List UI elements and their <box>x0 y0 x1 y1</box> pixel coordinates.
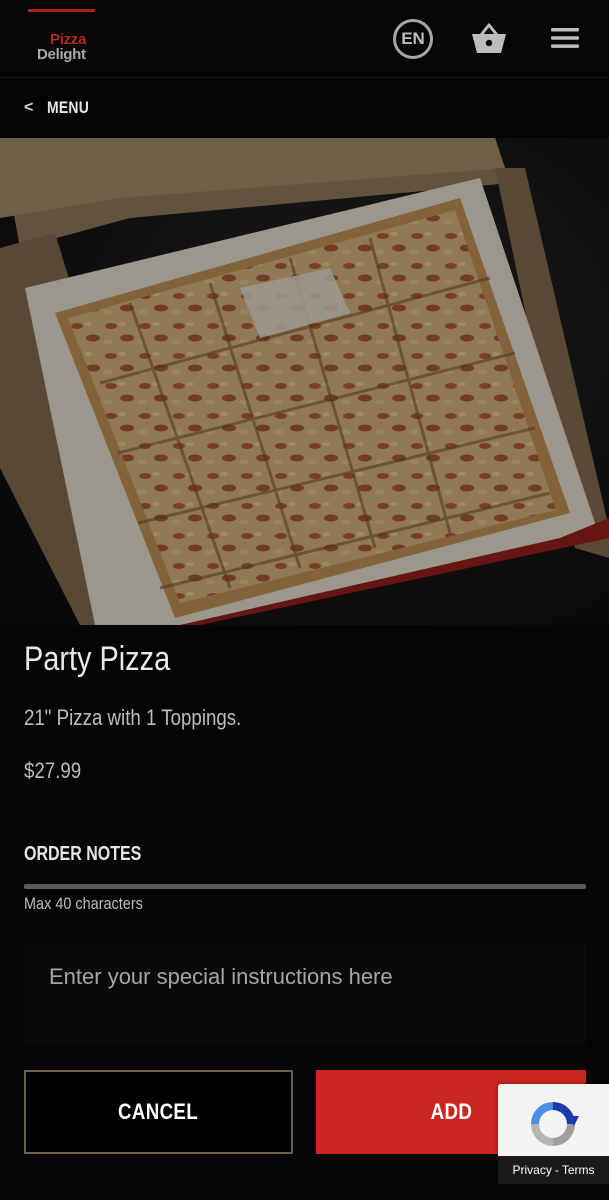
recaptcha-links: Privacy - Terms <box>498 1156 609 1184</box>
back-label: MENU <box>47 98 90 117</box>
menu-button[interactable] <box>549 26 581 50</box>
recaptcha-separator: - <box>554 1163 559 1177</box>
recaptcha-terms-link[interactable]: Terms <box>562 1163 595 1177</box>
hamburger-icon <box>551 28 579 48</box>
recaptcha-badge[interactable]: Privacy - Terms <box>498 1084 609 1184</box>
product-title: Party Pizza <box>24 640 171 678</box>
logo-accent-bar <box>28 9 95 12</box>
order-notes-heading: ORDER NOTES <box>24 843 142 865</box>
order-notes-divider <box>24 884 586 889</box>
cancel-button[interactable]: CANCEL <box>24 1070 293 1154</box>
product-price: $27.99 <box>24 758 82 783</box>
back-to-menu-link[interactable]: < MENU <box>24 97 99 119</box>
recaptcha-privacy-link[interactable]: Privacy <box>512 1163 551 1177</box>
add-button-label: ADD <box>430 1099 472 1124</box>
pizza-in-box-image <box>0 138 609 625</box>
product-image <box>0 138 609 625</box>
sub-navigation: < MENU <box>0 79 609 137</box>
product-description: 21" Pizza with 1 Toppings. <box>24 705 242 730</box>
pizza-delight-logo[interactable]: Pizza Delight <box>28 9 95 69</box>
cart-button[interactable] <box>470 21 508 57</box>
cancel-button-label: CANCEL <box>118 1099 199 1124</box>
top-header: Pizza Delight EN <box>0 0 609 78</box>
back-chevron-icon: < <box>24 99 34 116</box>
special-instructions-input[interactable] <box>24 944 586 1046</box>
recaptcha-icon <box>531 1102 579 1146</box>
order-notes-limit: Max 40 characters <box>24 894 143 913</box>
logo-text-line2: Delight <box>37 46 86 63</box>
language-button[interactable]: EN <box>393 19 433 59</box>
basket-icon <box>472 23 506 53</box>
